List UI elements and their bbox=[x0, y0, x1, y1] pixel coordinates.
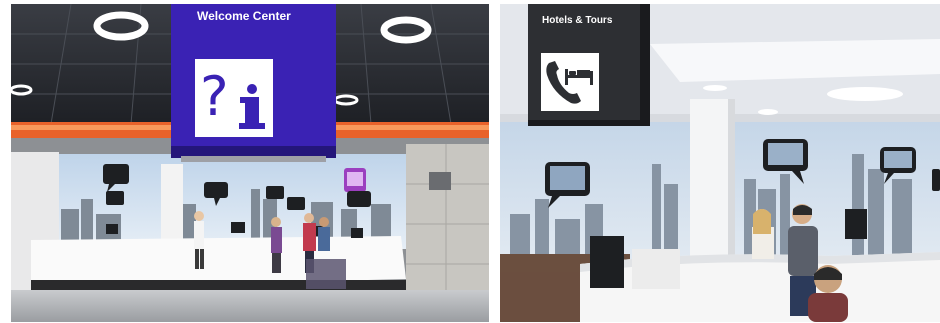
desk-monitor bbox=[845, 209, 867, 239]
welcome-center-photo: Welcome Center ? bbox=[11, 4, 489, 322]
question-info-icon: ? bbox=[195, 59, 273, 137]
welcome-center-sign-title: Welcome Center bbox=[197, 9, 291, 23]
welcome-center-scene bbox=[11, 4, 489, 322]
hotels-tours-photo: Hotels & Tours bbox=[500, 4, 940, 322]
hotels-tours-scene bbox=[500, 4, 940, 322]
wall-box bbox=[429, 172, 451, 190]
phone-bed-icon bbox=[541, 53, 599, 111]
desk-monitor bbox=[632, 249, 680, 289]
ceiling-light bbox=[758, 109, 778, 115]
ceiling-light bbox=[703, 85, 727, 91]
luggage-cart bbox=[306, 259, 346, 289]
hotels-tours-sign-title: Hotels & Tours bbox=[542, 15, 613, 26]
svg-text:?: ? bbox=[200, 65, 229, 128]
floor bbox=[11, 290, 489, 322]
desk-monitor bbox=[590, 236, 624, 288]
ceiling-light bbox=[827, 87, 903, 101]
